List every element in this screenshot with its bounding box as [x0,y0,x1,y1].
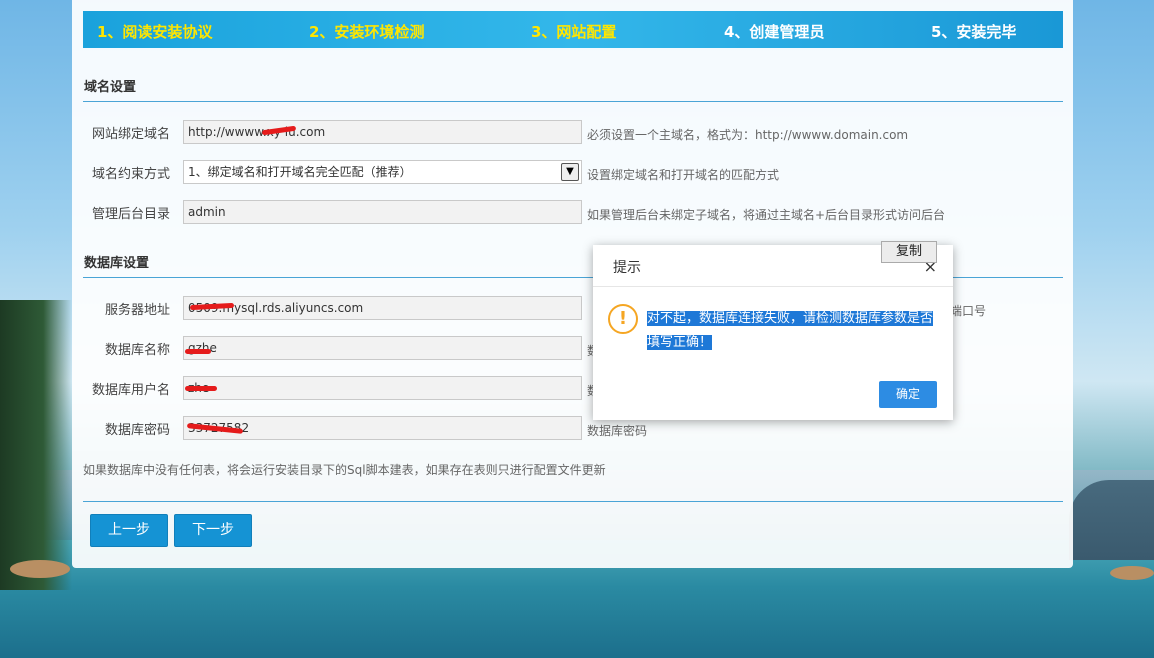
db-server-hint: 端口号 [950,304,987,318]
copy-button[interactable]: 复制 [881,241,937,263]
domain-section-title: 域名设置 [84,80,137,95]
db-server-input[interactable]: 0509.mysql.rds.aliyuncs.com [183,296,582,320]
step-4: 4、创建管理员 [724,23,825,41]
warning-icon: ! [608,304,638,334]
match-mode-value: 1、绑定域名和打开域名完全匹配（推荐） [188,165,412,179]
ok-button[interactable]: 确定 [879,381,937,408]
background-rock [10,560,70,578]
match-mode-select[interactable]: 1、绑定域名和打开域名完全匹配（推荐） ▼ [183,160,582,184]
match-mode-hint: 设置绑定域名和打开域名的匹配方式 [587,168,780,182]
divider [83,501,1063,502]
dialog-message: 对不起，数据库连接失败，请检测数据库参数是否填写正确！ [647,307,937,355]
db-pass-input[interactable]: 33727582 [183,416,582,440]
admin-dir-label: 管理后台目录 [91,207,170,222]
step-3: 3、网站配置 [531,23,617,41]
prev-step-button[interactable]: 上一步 [90,514,168,547]
next-step-button[interactable]: 下一步 [174,514,252,547]
background-rock [1110,566,1154,580]
chevron-down-icon[interactable]: ▼ [561,163,579,181]
dialog-message-text: 对不起，数据库连接失败，请检测数据库参数是否填写正确！ [647,311,934,350]
bind-domain-input[interactable]: http://wwww.xy iu.com [183,120,582,144]
admin-dir-hint: 如果管理后台未绑定子域名，将通过主域名+后台目录形式访问后台 [587,208,946,222]
alert-dialog: 提示 × 复制 ! 对不起，数据库连接失败，请检测数据库参数是否填写正确！ 确定 [593,241,953,420]
db-section-title: 数据库设置 [84,256,150,271]
bind-domain-hint: 必须设置一个主域名，格式为：http://wwww.domain.com [587,128,909,142]
db-server-label: 服务器地址 [104,303,170,318]
redaction-mark [185,386,217,391]
dialog-title: 提示 [613,260,641,276]
divider [83,101,1063,102]
admin-dir-input[interactable]: admin [183,200,582,224]
match-mode-label: 域名约束方式 [91,167,170,182]
install-steps-bar: 1、阅读安装协议 2、安装环境检测 3、网站配置 4、创建管理员 5、安装完毕 [83,11,1063,48]
db-user-label: 数据库用户名 [91,383,170,398]
db-name-input[interactable]: gzhe [183,336,582,360]
background-island [1069,480,1154,560]
redaction-mark [185,349,211,354]
step-2: 2、安装环境检测 [309,23,425,41]
background-tree [0,300,72,590]
db-user-input[interactable]: zhe [183,376,582,400]
step-1: 1、阅读安装协议 [97,23,213,41]
db-name-label: 数据库名称 [104,343,170,358]
step-5: 5、安装完毕 [931,23,1017,41]
db-pass-hint: 数据库密码 [587,424,648,438]
db-note: 如果数据库中没有任何表，将会运行安装目录下的Sql脚本建表，如果存在表则只进行配… [83,463,606,477]
db-pass-label: 数据库密码 [104,423,170,438]
bind-domain-label: 网站绑定域名 [91,127,170,142]
dialog-header: 提示 × 复制 [593,241,953,287]
